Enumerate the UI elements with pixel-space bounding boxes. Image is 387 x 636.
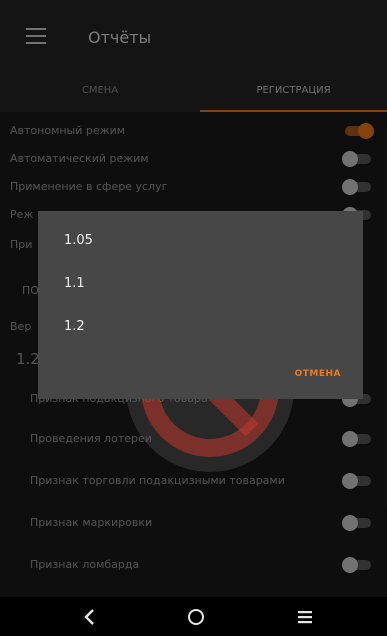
recent-apps-icon[interactable] [293, 605, 317, 629]
home-icon[interactable] [184, 605, 208, 629]
system-nav-bar [0, 597, 387, 636]
version-option[interactable]: 1.1 [64, 276, 85, 291]
version-option[interactable]: 1.2 [64, 319, 85, 334]
back-icon[interactable] [78, 605, 102, 629]
version-option[interactable]: 1.05 [64, 233, 93, 248]
cancel-button[interactable]: ОТМЕНА [295, 369, 341, 379]
version-dialog: 1.05 1.1 1.2 ОТМЕНА [38, 211, 363, 399]
